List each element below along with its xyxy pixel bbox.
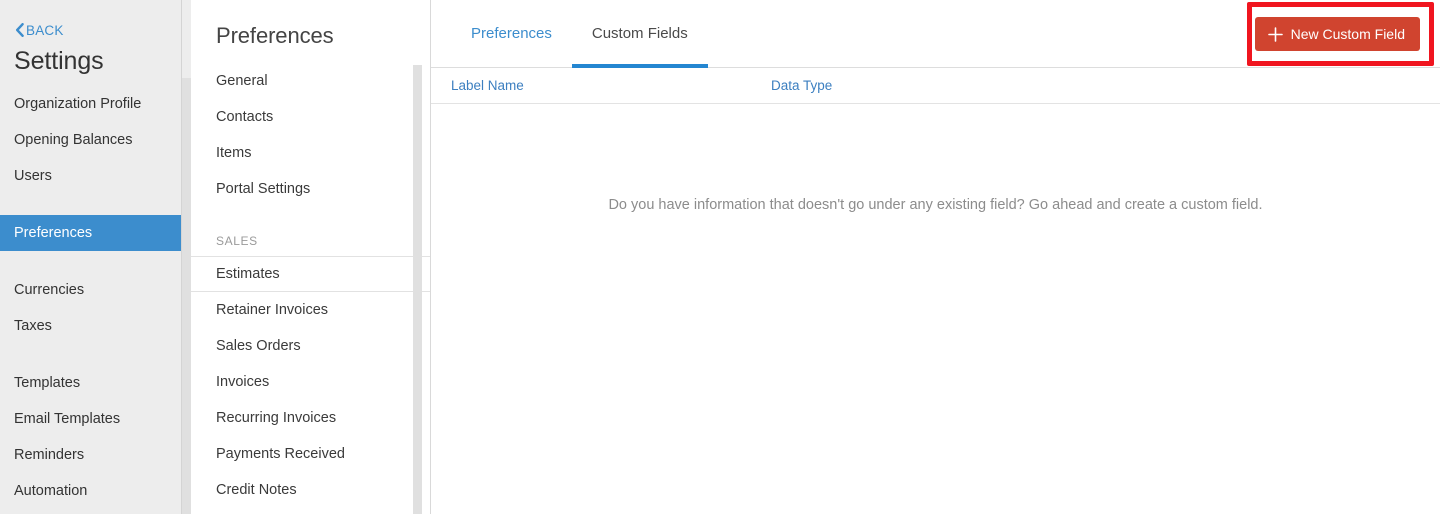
- column-header-label-name[interactable]: Label Name: [451, 78, 771, 93]
- preferences-item-invoices[interactable]: Invoices: [191, 364, 430, 400]
- sidebar-divider-3: [0, 344, 191, 365]
- sidebar-divider-1: [0, 194, 191, 215]
- sidebar-scrollbar[interactable]: [182, 78, 191, 514]
- back-label: BACK: [26, 22, 64, 38]
- sidebar-item-reminders[interactable]: Reminders: [0, 437, 191, 473]
- sidebar-right-border: [181, 0, 182, 514]
- preferences-item-retainer-invoices[interactable]: Retainer Invoices: [191, 292, 430, 328]
- preferences-item-sales-orders[interactable]: Sales Orders: [191, 328, 430, 364]
- empty-state-message: Do you have information that doesn't go …: [608, 197, 1263, 213]
- new-custom-field-button[interactable]: New Custom Field: [1254, 17, 1420, 51]
- settings-page: BACK Settings Organization Profile Openi…: [0, 0, 1440, 514]
- sidebar-item-preferences[interactable]: Preferences: [0, 215, 191, 251]
- preferences-panel-scrollbar[interactable]: [413, 65, 422, 514]
- sidebar-item-templates[interactable]: Templates: [0, 365, 191, 401]
- sidebar-item-users[interactable]: Users: [0, 158, 191, 194]
- preferences-panel-title: Preferences: [216, 23, 334, 48]
- preferences-item-portal-settings[interactable]: Portal Settings: [191, 171, 430, 207]
- sidebar-item-automation[interactable]: Automation: [0, 473, 191, 509]
- preferences-panel: Preferences General Contacts Items Porta…: [191, 0, 431, 514]
- preferences-item-general[interactable]: General: [191, 63, 430, 99]
- sidebar-divider-2: [0, 251, 191, 272]
- preferences-item-recurring-invoices[interactable]: Recurring Invoices: [191, 400, 430, 436]
- preferences-item-credit-notes[interactable]: Credit Notes: [191, 472, 430, 508]
- preferences-general-list: General Contacts Items Portal Settings: [191, 63, 430, 207]
- tab-custom-fields[interactable]: Custom Fields: [571, 0, 708, 68]
- sidebar-item-email-templates[interactable]: Email Templates: [0, 401, 191, 437]
- sidebar-item-organization-profile[interactable]: Organization Profile: [0, 86, 191, 122]
- main-content: Preferences Custom Fields New Custom Fie…: [431, 0, 1440, 514]
- sidebar-nav-group-customization: Templates Email Templates Reminders Auto…: [0, 365, 191, 509]
- preferences-item-payments-received[interactable]: Payments Received: [191, 436, 430, 472]
- preferences-section-sales: SALES: [216, 234, 258, 248]
- settings-sidebar: BACK Settings Organization Profile Openi…: [0, 0, 191, 514]
- page-title: Settings: [14, 47, 104, 75]
- custom-fields-empty-state: Do you have information that doesn't go …: [431, 104, 1440, 213]
- tab-bar: Preferences Custom Fields New Custom Fie…: [431, 0, 1440, 68]
- sidebar-item-currencies[interactable]: Currencies: [0, 272, 191, 308]
- sidebar-item-opening-balances[interactable]: Opening Balances: [0, 122, 191, 158]
- plus-icon: [1267, 26, 1283, 42]
- sidebar-nav-group-finance: Currencies Taxes: [0, 272, 191, 344]
- preferences-sales-list: Estimates Retainer Invoices Sales Orders…: [191, 256, 430, 508]
- chevron-left-icon: [14, 23, 25, 37]
- sidebar-nav-group-preferences: Preferences: [0, 215, 191, 251]
- tab-preferences[interactable]: Preferences: [451, 0, 572, 67]
- custom-fields-table-header: Label Name Data Type: [431, 68, 1440, 104]
- sidebar-item-taxes[interactable]: Taxes: [0, 308, 191, 344]
- preferences-item-estimates[interactable]: Estimates: [191, 256, 430, 292]
- preferences-item-contacts[interactable]: Contacts: [191, 99, 430, 135]
- new-custom-field-label: New Custom Field: [1290, 26, 1405, 42]
- column-header-data-type[interactable]: Data Type: [771, 78, 832, 93]
- back-link[interactable]: BACK: [0, 17, 191, 43]
- preferences-item-items[interactable]: Items: [191, 135, 430, 171]
- sidebar-nav-group-account: Organization Profile Opening Balances Us…: [0, 86, 191, 194]
